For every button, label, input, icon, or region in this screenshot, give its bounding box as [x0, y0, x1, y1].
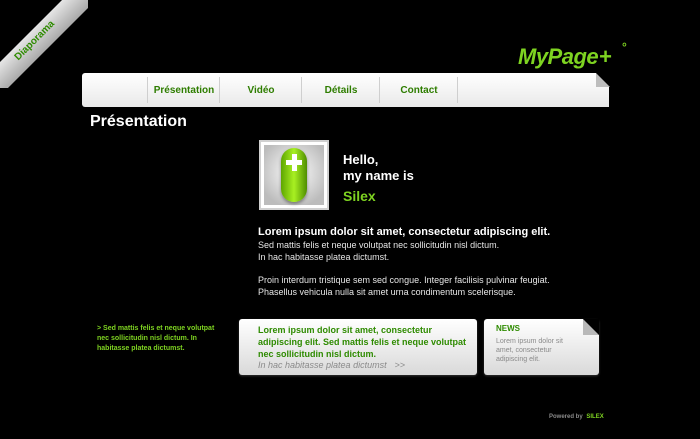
paragraph-1-line-2: In hac habitasse platea dictumst.	[258, 252, 390, 262]
featured-card-title: Lorem ipsum dolor sit amet, consectetur …	[258, 325, 467, 359]
footer-prefix: Powered by	[549, 414, 583, 420]
nav-items: Présentation Vidéo Détails Contact	[147, 73, 458, 107]
nav-page-fold	[596, 73, 610, 87]
site-logo[interactable]: MyPage+ °	[518, 40, 627, 70]
plus-icon-vertical	[291, 154, 297, 171]
paragraph-2: Proin interdum tristique sem sed congue.…	[258, 274, 550, 298]
news-body: Lorem ipsum dolor sit amet, consectetur …	[496, 338, 563, 363]
news-card[interactable]: NEWS Lorem ipsum dolor sit amet, consect…	[484, 319, 599, 375]
footer-brand-link[interactable]: SILEX	[586, 414, 603, 420]
diaporama-corner[interactable]: Diaporama	[0, 0, 88, 88]
paragraph-1: Sed mattis felis et neque volutpat nec s…	[258, 239, 499, 263]
profile-name: Silex	[343, 188, 376, 204]
nav-item-contact[interactable]: Contact	[379, 73, 458, 107]
featured-card[interactable]: Lorem ipsum dolor sit amet, consectetur …	[239, 319, 477, 375]
news-page-fold	[583, 319, 599, 335]
paragraph-2-line-2: Phasellus vehicula nulla sit amet urna c…	[258, 287, 516, 297]
hello-line-1: Hello,	[343, 152, 379, 167]
main-nav: Présentation Vidéo Détails Contact	[82, 73, 610, 107]
lead-text: Lorem ipsum dolor sit amet, consectetur …	[258, 226, 551, 238]
side-note[interactable]: > Sed mattis felis et neque volutpat nec…	[97, 324, 227, 354]
avatar	[259, 140, 329, 210]
hello-line-2: my name is	[343, 168, 414, 183]
nav-item-video[interactable]: Vidéo	[219, 73, 302, 107]
logo-degree: °	[622, 40, 627, 54]
hello-text: Hello, my name is	[343, 152, 414, 184]
featured-card-subtitle-text: In hac habitasse platea dictumst	[258, 360, 387, 370]
plus-pill-icon	[281, 148, 307, 202]
nav-item-presentation[interactable]: Présentation	[147, 73, 220, 107]
logo-plus: +	[599, 44, 612, 69]
featured-card-subtitle: In hac habitasse platea dictumst >>	[258, 360, 405, 370]
avatar-background	[264, 145, 324, 205]
news-heading: NEWS	[496, 324, 520, 333]
footer-credit: Powered by SILEX	[549, 414, 604, 420]
read-more-arrow[interactable]: >>	[395, 360, 406, 370]
paragraph-2-line-1: Proin interdum tristique sem sed congue.…	[258, 275, 550, 285]
paragraph-1-line-1: Sed mattis felis et neque volutpat nec s…	[258, 240, 500, 250]
diaporama-label: Diaporama	[12, 18, 57, 63]
logo-text: MyPage	[518, 44, 599, 69]
page-title: Présentation	[90, 113, 187, 130]
diaporama-ribbon[interactable]: Diaporama	[0, 0, 88, 88]
nav-item-details[interactable]: Détails	[301, 73, 380, 107]
